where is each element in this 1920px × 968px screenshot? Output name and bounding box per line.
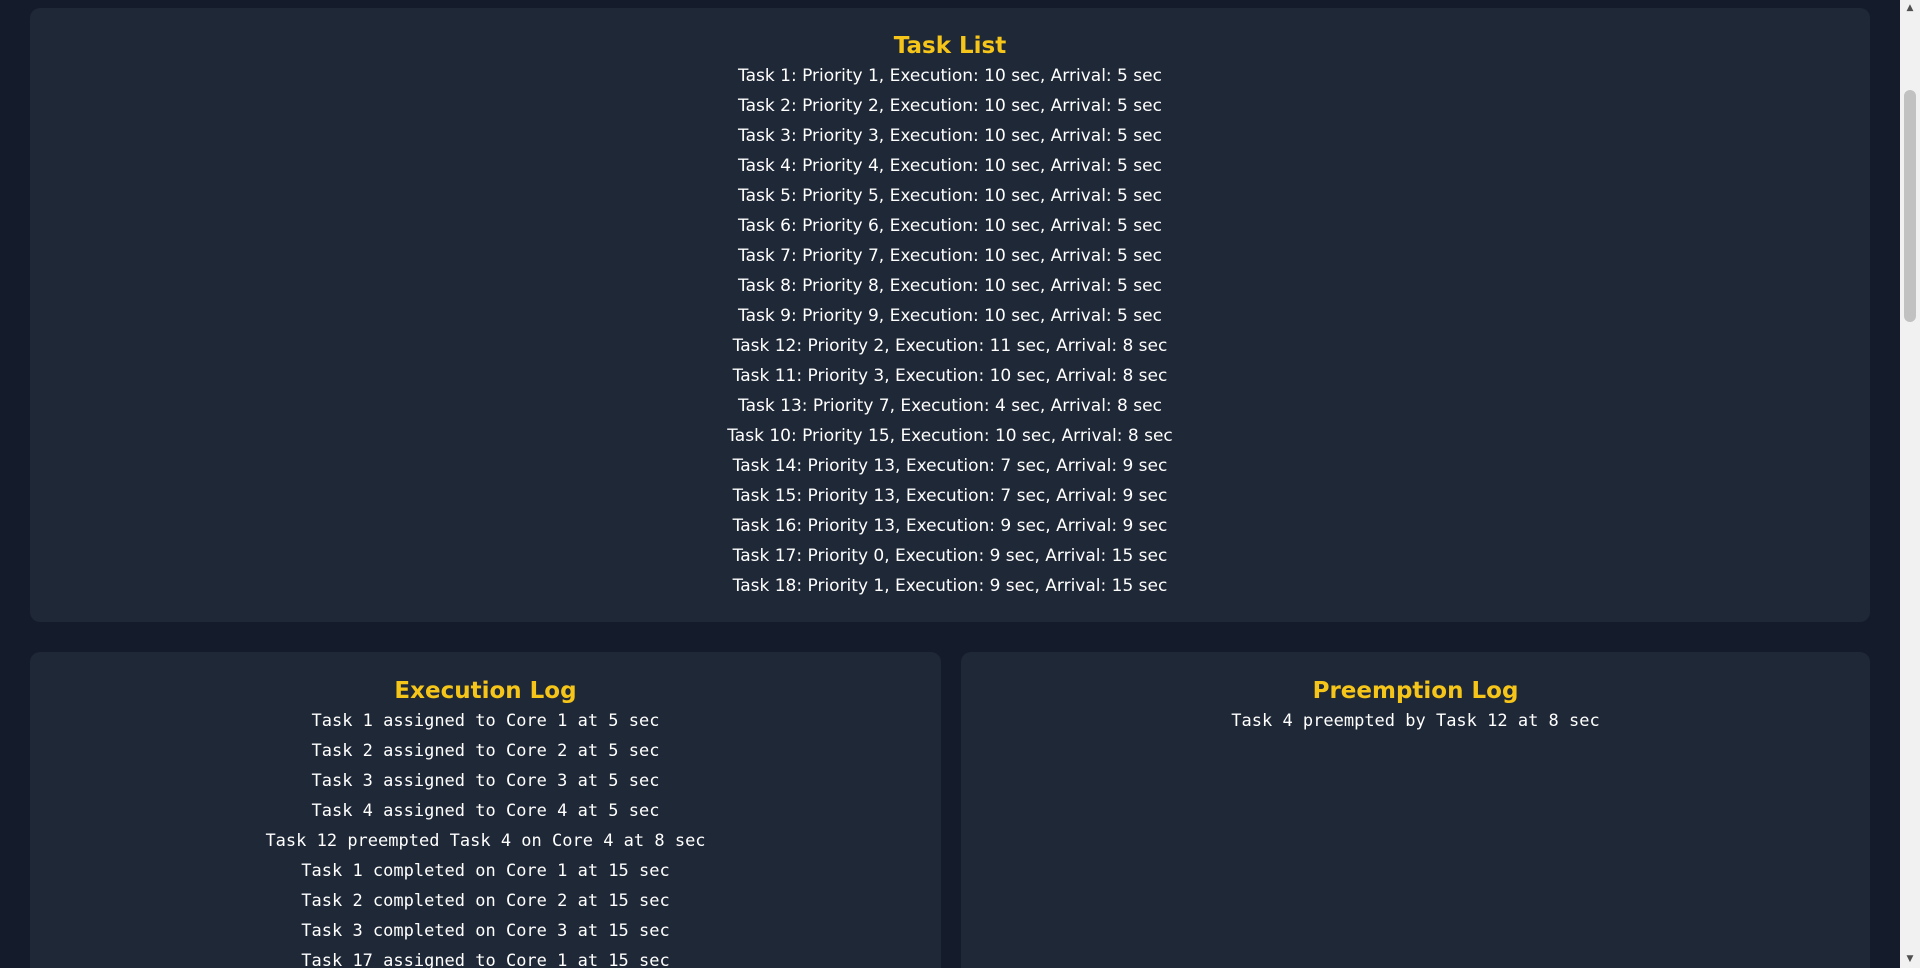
task-list-item: Task 17: Priority 0, Execution: 9 sec, A… [732, 546, 1168, 566]
task-list-item: Task 16: Priority 13, Execution: 9 sec, … [732, 516, 1168, 536]
task-list-item: Task 11: Priority 3, Execution: 10 sec, … [732, 366, 1168, 386]
execution-log-entry: Task 4 assigned to Core 4 at 5 sec [311, 801, 660, 821]
task-list-item: Task 6: Priority 6, Execution: 10 sec, A… [738, 216, 1162, 236]
task-list-title: Task List [893, 33, 1007, 59]
execution-log-entry: Task 2 assigned to Core 2 at 5 sec [311, 741, 660, 761]
task-list-item: Task 7: Priority 7, Execution: 10 sec, A… [738, 246, 1162, 266]
task-list-item: Task 10: Priority 15, Execution: 10 sec,… [727, 426, 1173, 446]
preemption-log-panel: Preemption Log Task 4 preempted by Task … [961, 652, 1870, 968]
task-list-item: Task 5: Priority 5, Execution: 10 sec, A… [738, 186, 1162, 206]
task-list-item: Task 15: Priority 13, Execution: 7 sec, … [732, 486, 1168, 506]
page: Task List Task 1: Priority 1, Execution:… [0, 0, 1900, 968]
task-list: Task 1: Priority 1, Execution: 10 sec, A… [30, 61, 1870, 601]
task-list-item: Task 12: Priority 2, Execution: 11 sec, … [732, 336, 1168, 356]
execution-log-entry: Task 17 assigned to Core 1 at 15 sec [301, 951, 670, 968]
task-list-panel: Task List Task 1: Priority 1, Execution:… [30, 8, 1870, 622]
vertical-scrollbar[interactable]: ▲ ▼ [1900, 0, 1920, 968]
preemption-log: Task 4 preempted by Task 12 at 8 sec [961, 706, 1870, 736]
execution-log-entry: Task 1 completed on Core 1 at 15 sec [301, 861, 670, 881]
execution-log-entry: Task 1 assigned to Core 1 at 5 sec [311, 711, 660, 731]
task-list-item: Task 4: Priority 4, Execution: 10 sec, A… [738, 156, 1162, 176]
arrow-down-icon[interactable]: ▼ [1900, 951, 1920, 968]
scrollbar-thumb[interactable] [1904, 90, 1916, 322]
arrow-up-icon[interactable]: ▲ [1900, 0, 1920, 17]
task-list-item: Task 1: Priority 1, Execution: 10 sec, A… [738, 66, 1162, 86]
execution-log: Task 1 assigned to Core 1 at 5 sec Task … [30, 706, 941, 968]
task-list-item: Task 2: Priority 2, Execution: 10 sec, A… [738, 96, 1162, 116]
task-list-item: Task 13: Priority 7, Execution: 4 sec, A… [738, 396, 1162, 416]
execution-log-entry: Task 12 preempted Task 4 on Core 4 at 8 … [265, 831, 706, 851]
task-list-item: Task 14: Priority 13, Execution: 7 sec, … [732, 456, 1168, 476]
execution-log-entry: Task 2 completed on Core 2 at 15 sec [301, 891, 670, 911]
task-list-item: Task 18: Priority 1, Execution: 9 sec, A… [732, 576, 1168, 596]
execution-log-entry: Task 3 completed on Core 3 at 15 sec [301, 921, 670, 941]
task-list-item: Task 3: Priority 3, Execution: 10 sec, A… [738, 126, 1162, 146]
execution-log-title: Execution Log [394, 678, 577, 704]
execution-log-panel: Execution Log Task 1 assigned to Core 1 … [30, 652, 941, 968]
execution-log-entry: Task 3 assigned to Core 3 at 5 sec [311, 771, 660, 791]
task-list-item: Task 9: Priority 9, Execution: 10 sec, A… [738, 306, 1162, 326]
preemption-log-entry: Task 4 preempted by Task 12 at 8 sec [1231, 711, 1600, 731]
preemption-log-title: Preemption Log [1312, 678, 1519, 704]
task-list-item: Task 8: Priority 8, Execution: 10 sec, A… [738, 276, 1162, 296]
